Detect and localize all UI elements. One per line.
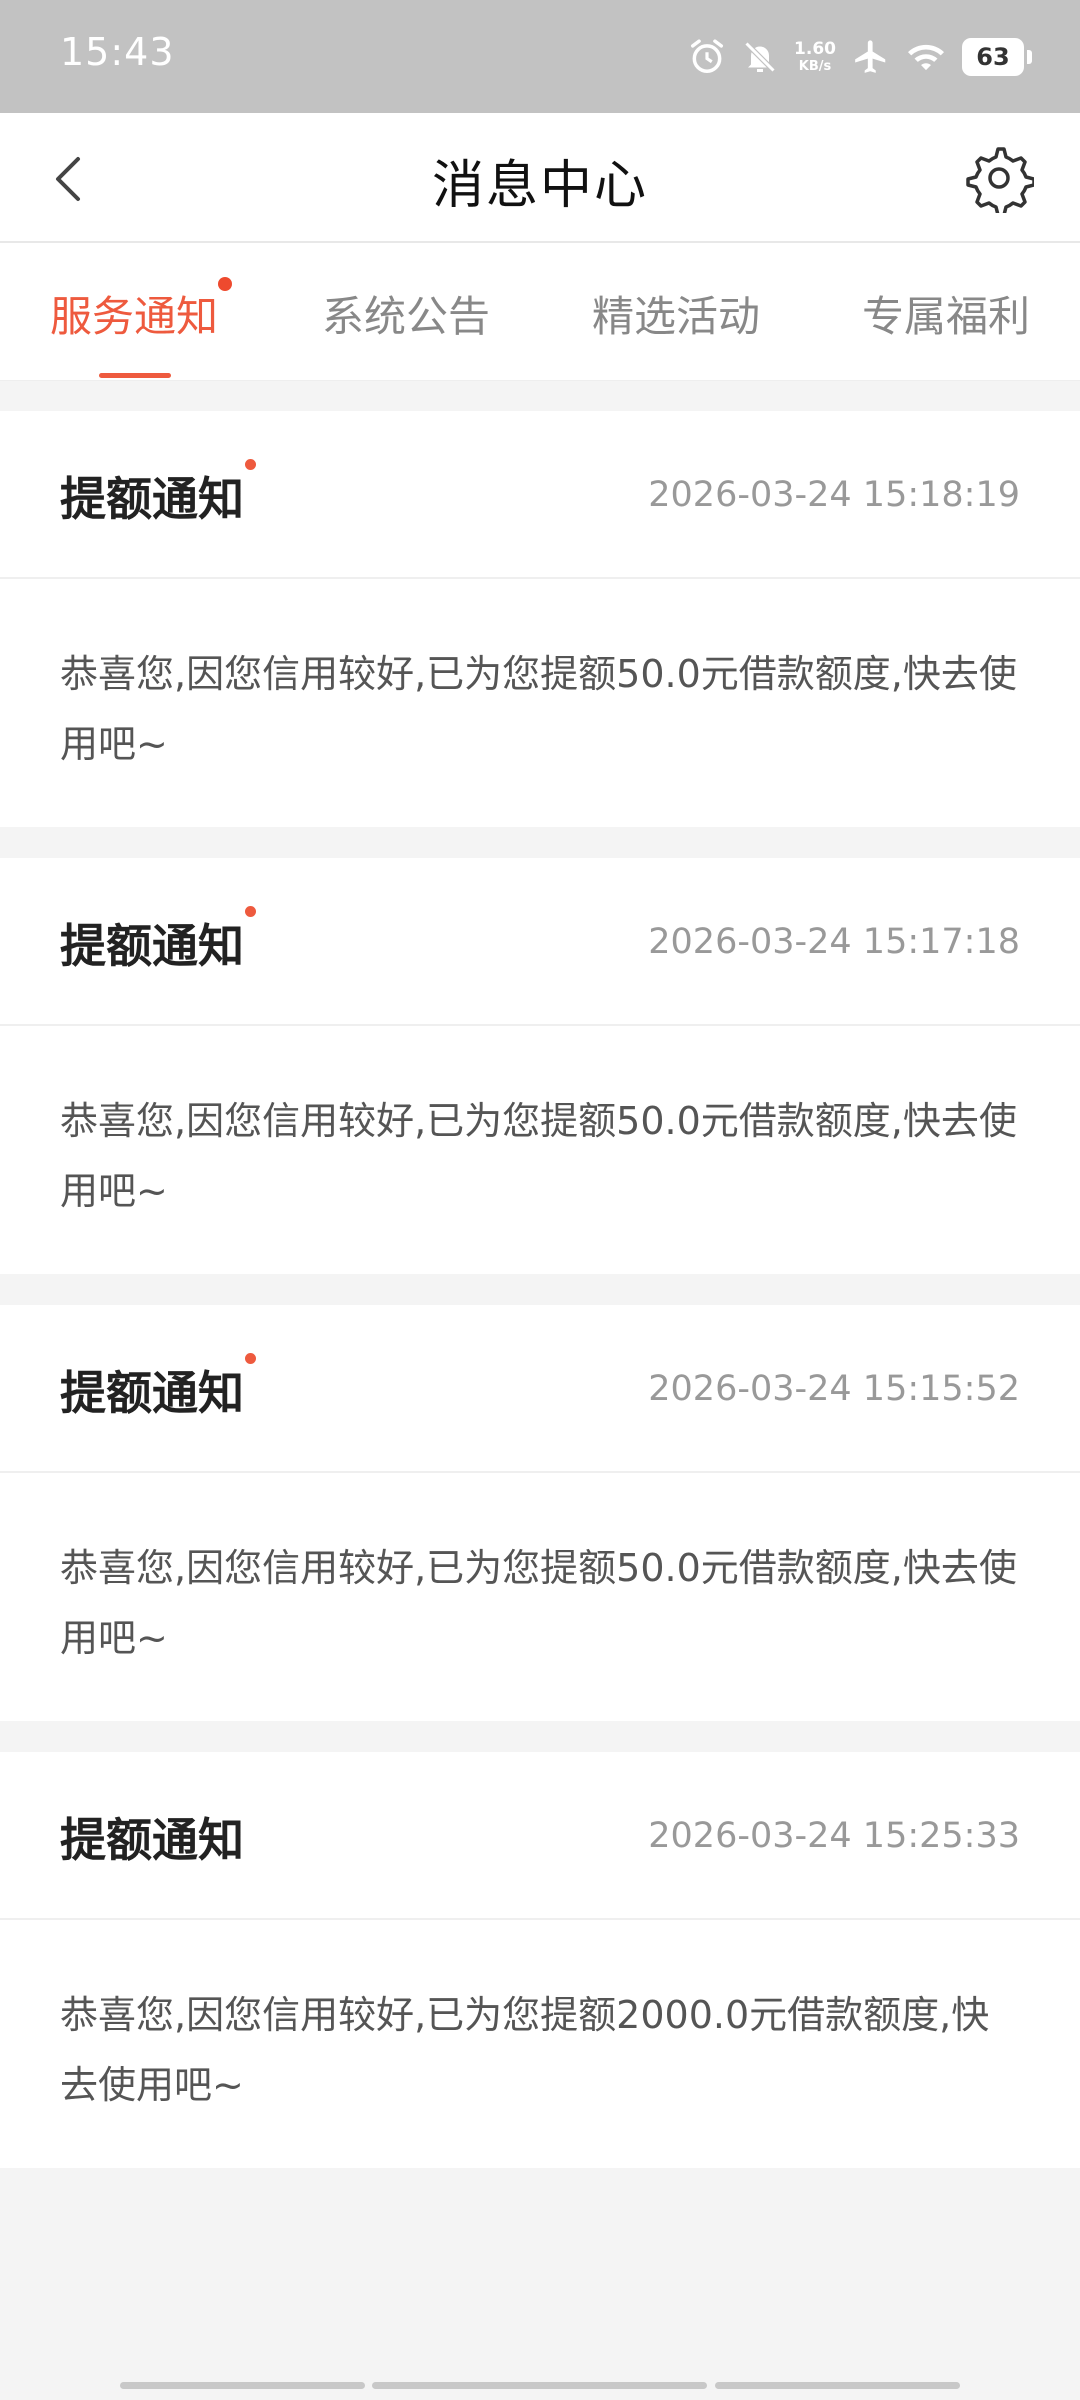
tab-service-notice[interactable]: 服务通知: [50, 277, 233, 344]
message-card[interactable]: 提额通知 2026-03-24 15:15:52 恭喜您,因您信用较好,已为您提…: [0, 1305, 1080, 1721]
tab-label: 服务通知: [50, 292, 219, 341]
tab-label: 系统公告: [322, 292, 491, 341]
airplane-icon: [855, 40, 886, 73]
status-time: 15:43: [60, 30, 175, 74]
message-title: 提额通知: [60, 459, 256, 529]
message-time: 2026-03-24 15:15:52: [648, 1369, 1020, 1409]
unread-dot: [245, 906, 256, 917]
tab-label: 专属福利: [862, 292, 1031, 341]
message-body: 恭喜您,因您信用较好,已为您提额50.0元借款额度,快去使用吧~: [60, 1546, 1017, 1660]
status-icons: 1.60 KB/s 63: [688, 34, 1032, 80]
message-body: 恭喜您,因您信用较好,已为您提额50.0元借款额度,快去使用吧~: [60, 652, 1017, 766]
message-title: 提额通知: [60, 906, 256, 976]
message-header: 提额通知 2026-03-24 15:18:19: [0, 411, 1080, 579]
message-body: 恭喜您,因您信用较好,已为您提额50.0元借款额度,快去使用吧~: [60, 1099, 1017, 1213]
gear-icon[interactable]: [964, 143, 1034, 213]
unread-dot: [245, 459, 256, 470]
message-body: 恭喜您,因您信用较好,已为您提额2000.0元借款额度,快去使用吧~: [60, 1993, 990, 2107]
page-title: 消息中心: [431, 156, 648, 216]
tab-exclusive-benefits[interactable]: 专属福利: [862, 283, 1030, 344]
tab-bar: 服务通知 系统公告 精选活动 专属福利: [0, 243, 1080, 381]
message-header: 提额通知 2026-03-24 15:25:33: [0, 1752, 1080, 1920]
message-time: 2026-03-24 15:17:18: [648, 922, 1020, 962]
status-bar: 15:43 1.60 KB/s 63: [0, 0, 1080, 113]
tab-system-announcement[interactable]: 系统公告: [322, 283, 490, 344]
message-time: 2026-03-24 15:18:19: [648, 475, 1020, 515]
message-card[interactable]: 提额通知 2026-03-24 15:17:18 恭喜您,因您信用较好,已为您提…: [0, 858, 1080, 1274]
message-title: 提额通知: [60, 1813, 244, 1867]
message-header: 提额通知 2026-03-24 15:17:18: [0, 858, 1080, 1026]
tab-featured-activities[interactable]: 精选活动: [592, 283, 760, 344]
message-card[interactable]: 提额通知 2026-03-24 15:25:33 恭喜您,因您信用较好,已为您提…: [0, 1752, 1080, 2168]
gesture-nav-bar[interactable]: [0, 2382, 1080, 2390]
message-header: 提额通知 2026-03-24 15:15:52: [0, 1305, 1080, 1473]
wifi-icon: [908, 44, 944, 71]
gesture-segment: [715, 2382, 960, 2389]
net-speed: 1.60 KB/s: [794, 39, 836, 74]
gesture-segment: [120, 2382, 365, 2389]
mute-bell-icon: [744, 41, 776, 73]
active-tab-indicator: [99, 373, 171, 378]
unread-dot: [245, 1353, 256, 1364]
app-header: 消息中心: [0, 113, 1080, 243]
message-title: 提额通知: [60, 1353, 256, 1423]
battery-indicator: 63: [962, 38, 1032, 76]
gesture-segment: [372, 2382, 707, 2389]
message-time: 2026-03-24 15:25:33: [648, 1816, 1020, 1856]
tab-label: 精选活动: [592, 292, 761, 341]
alarm-icon: [691, 39, 724, 73]
message-card[interactable]: 提额通知 2026-03-24 15:18:19 恭喜您,因您信用较好,已为您提…: [0, 411, 1080, 827]
unread-dot: [218, 277, 233, 291]
